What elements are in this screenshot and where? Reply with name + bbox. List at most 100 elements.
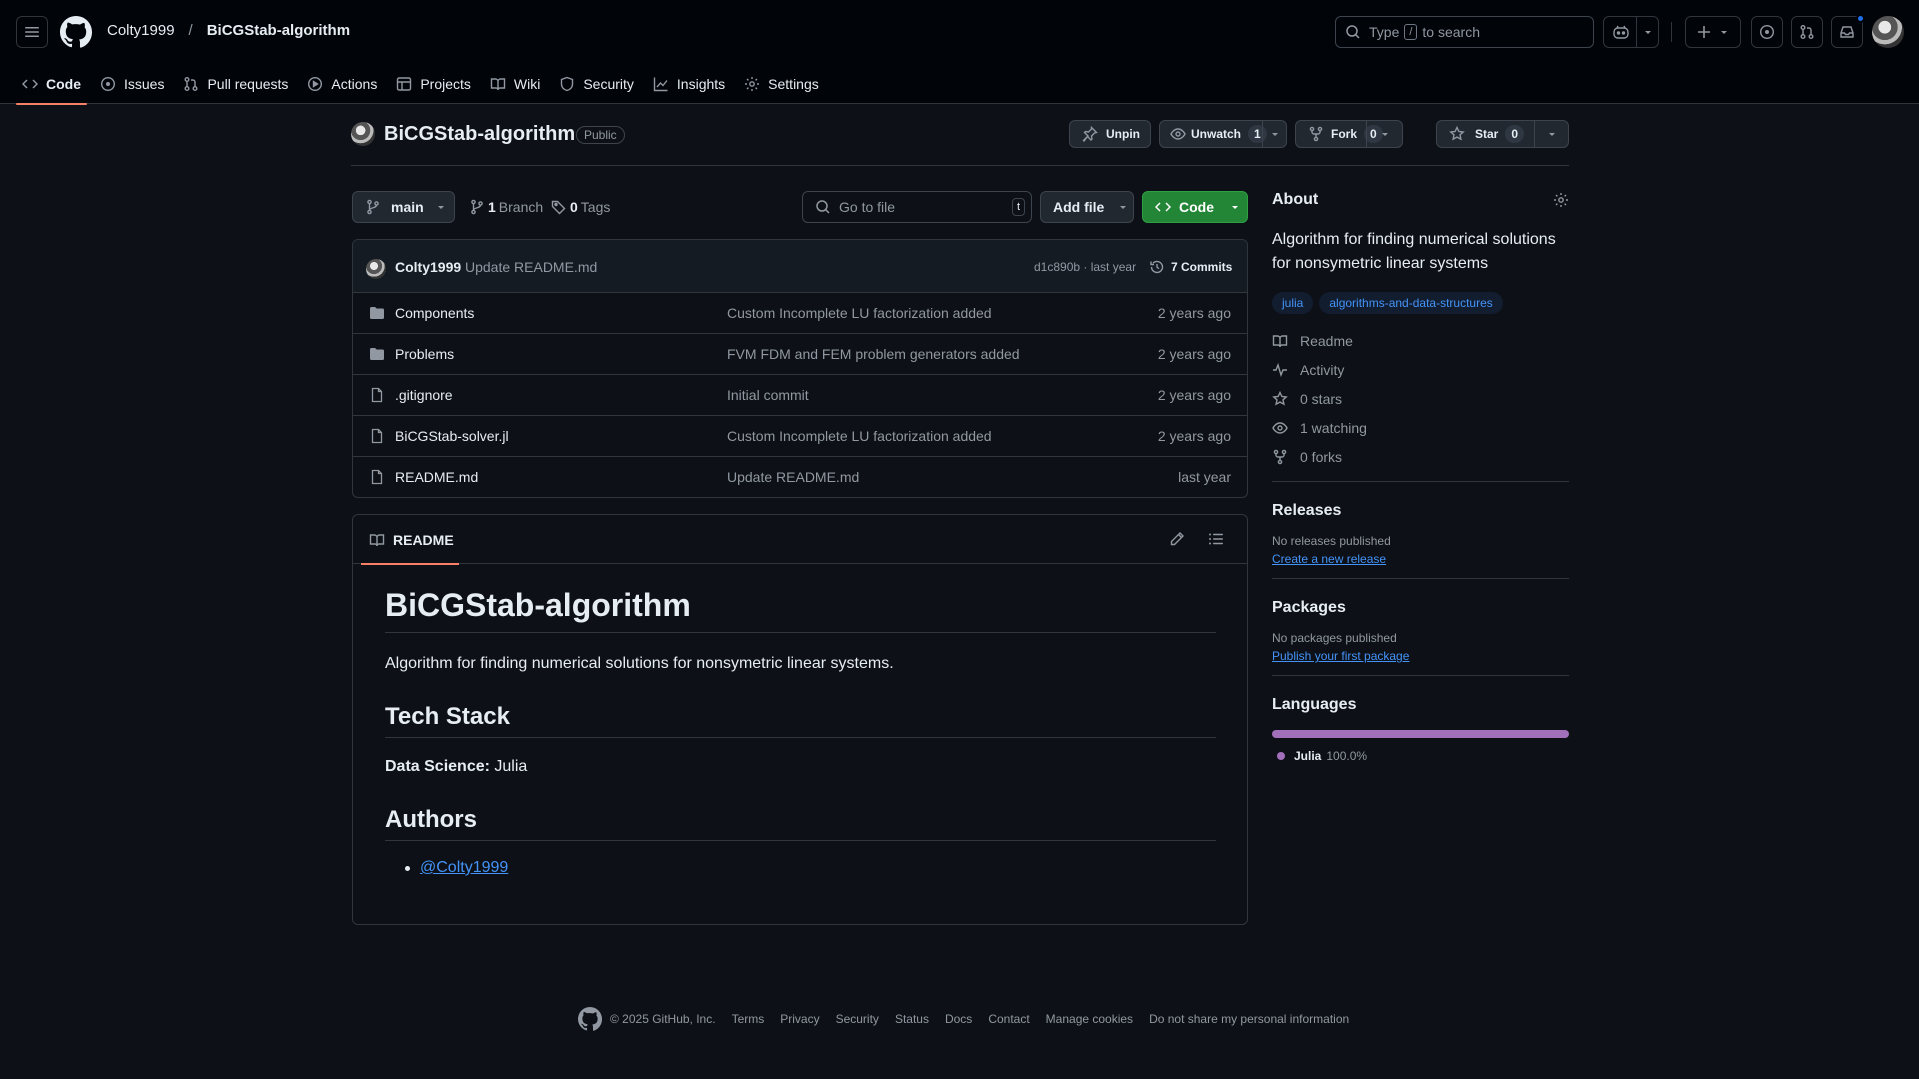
- repo-name[interactable]: BiCGStab-algorithm: [384, 123, 575, 146]
- file-name[interactable]: Problems: [395, 346, 454, 362]
- footer-link-contact[interactable]: Contact: [988, 1012, 1029, 1026]
- commit-author[interactable]: Colty1999: [395, 259, 461, 275]
- unpin-label: Unpin: [1106, 127, 1140, 141]
- publish-package-link[interactable]: Publish your first package: [1272, 649, 1409, 663]
- unwatch-button[interactable]: Unwatch 1: [1159, 120, 1287, 148]
- activity-link[interactable]: Activity: [1272, 355, 1569, 384]
- tab-insights[interactable]: Insights: [645, 64, 733, 104]
- footer-link-privacy[interactable]: Privacy: [780, 1012, 819, 1026]
- footer-link-security[interactable]: Security: [836, 1012, 879, 1026]
- unpin-button[interactable]: Unpin: [1069, 120, 1151, 148]
- footer-link-status[interactable]: Status: [895, 1012, 929, 1026]
- tab-actions[interactable]: Actions: [299, 64, 385, 104]
- tab-readme[interactable]: README: [361, 515, 459, 565]
- footer-link-terms[interactable]: Terms: [732, 1012, 765, 1026]
- readme-link[interactable]: Readme: [1272, 326, 1569, 355]
- file-commit-message[interactable]: Custom Incomplete LU factorization added: [727, 428, 992, 444]
- fork-button[interactable]: Fork 0: [1295, 120, 1403, 148]
- star-button[interactable]: Star 0: [1436, 120, 1569, 148]
- author-link[interactable]: @Colty1999: [420, 859, 508, 877]
- copilot-dropdown[interactable]: [1636, 17, 1658, 47]
- forks-link[interactable]: 0 forks: [1272, 442, 1569, 471]
- tab-issues-label: Issues: [124, 76, 165, 92]
- edit-readme-button[interactable]: [1169, 531, 1185, 547]
- packages-title[interactable]: Packages: [1272, 599, 1569, 617]
- tab-security[interactable]: Security: [551, 64, 642, 104]
- unwatch-dropdown[interactable]: [1262, 121, 1286, 147]
- create-release-link[interactable]: Create a new release: [1272, 552, 1386, 566]
- topic-tag[interactable]: julia: [1272, 292, 1314, 314]
- go-to-file-input[interactable]: Go to file t: [802, 191, 1032, 223]
- footer-link-manage-cookies[interactable]: Manage cookies: [1046, 1012, 1133, 1026]
- commit-hash-age[interactable]: d1c890b · last year: [1034, 260, 1136, 274]
- star-dropdown[interactable]: [1534, 121, 1568, 147]
- file-commit-message[interactable]: Initial commit: [727, 387, 809, 403]
- bullet: [405, 865, 410, 871]
- user-avatar[interactable]: [1872, 16, 1904, 48]
- tab-security-label: Security: [583, 76, 634, 92]
- file-commit-message[interactable]: FVM FDM and FEM problem generators added: [727, 346, 1020, 362]
- tab-settings[interactable]: Settings: [736, 64, 827, 104]
- chevron-down-icon: [1644, 31, 1651, 34]
- footer-link-docs[interactable]: Docs: [945, 1012, 972, 1026]
- file-row[interactable]: .gitignore Initial commit 2 years ago: [353, 375, 1247, 416]
- commit-author-avatar[interactable]: [366, 259, 386, 279]
- tags-link[interactable]: 0 Tags: [551, 199, 610, 215]
- code-button-label: Code: [1179, 199, 1214, 215]
- inbox-button[interactable]: [1831, 14, 1865, 48]
- language-item[interactable]: Julia 100.0%: [1272, 749, 1569, 763]
- github-logo[interactable]: [60, 16, 92, 48]
- repo-owner-avatar[interactable]: [351, 122, 375, 146]
- file-name[interactable]: Components: [395, 305, 474, 321]
- create-new-button[interactable]: [1685, 16, 1741, 48]
- github-mark-icon[interactable]: [578, 1007, 602, 1031]
- global-header: Colty1999 / BiCGStab-algorithm Type / to…: [0, 0, 1919, 105]
- file-age: last year: [1178, 469, 1231, 485]
- releases-empty: No releases published: [1272, 534, 1391, 548]
- commits-history-link[interactable]: 7 Commits: [1149, 259, 1232, 275]
- menu-button[interactable]: [16, 16, 48, 48]
- code-button[interactable]: Code: [1142, 191, 1248, 223]
- file-name[interactable]: README.md: [395, 469, 478, 485]
- file-row[interactable]: README.md Update README.md last year: [353, 457, 1247, 497]
- fork-dropdown[interactable]: [1366, 121, 1402, 147]
- chevron-down-icon: [437, 206, 444, 209]
- issue-icon: [100, 76, 116, 92]
- branch-selector[interactable]: main: [352, 191, 455, 223]
- topic-tag[interactable]: algorithms-and-data-structures: [1319, 292, 1503, 314]
- file-row[interactable]: Problems FVM FDM and FEM problem generat…: [353, 334, 1247, 375]
- readme-content: BiCGStab-algorithm Algorithm for finding…: [385, 565, 1216, 877]
- file-icon: [371, 469, 383, 485]
- copilot-button[interactable]: [1603, 16, 1659, 48]
- tab-code[interactable]: Code: [14, 64, 89, 105]
- about-settings-button[interactable]: [1553, 192, 1569, 208]
- footer-link-do-not-share[interactable]: Do not share my personal information: [1149, 1012, 1349, 1026]
- issues-button[interactable]: [1751, 16, 1783, 48]
- breadcrumb-owner[interactable]: Colty1999: [107, 22, 175, 39]
- watchers-link[interactable]: 1 watching: [1272, 413, 1569, 442]
- tab-wiki[interactable]: Wiki: [482, 64, 548, 104]
- stack-value: Julia: [494, 758, 528, 775]
- outline-button[interactable]: [1208, 531, 1224, 547]
- pull-requests-button[interactable]: [1791, 16, 1823, 48]
- file-row[interactable]: Components Custom Incomplete LU factoriz…: [353, 293, 1247, 334]
- file-name[interactable]: .gitignore: [395, 387, 453, 403]
- tab-pull-requests[interactable]: Pull requests: [175, 64, 296, 104]
- breadcrumb-repo[interactable]: BiCGStab-algorithm: [207, 22, 350, 39]
- tags-count: 0: [570, 199, 578, 215]
- file-name[interactable]: BiCGStab-solver.jl: [395, 428, 509, 444]
- commit-message[interactable]: Update README.md: [465, 259, 597, 275]
- readme-intro: Algorithm for finding numerical solution…: [385, 655, 894, 672]
- releases-title[interactable]: Releases: [1272, 502, 1569, 520]
- book-icon: [369, 533, 385, 546]
- tab-projects[interactable]: Projects: [388, 64, 479, 104]
- file-commit-message[interactable]: Custom Incomplete LU factorization added: [727, 305, 992, 321]
- file-commit-message[interactable]: Update README.md: [727, 469, 859, 485]
- file-row[interactable]: BiCGStab-solver.jl Custom Incomplete LU …: [353, 416, 1247, 457]
- tab-issues[interactable]: Issues: [92, 64, 172, 104]
- packages-empty: No packages published: [1272, 631, 1397, 645]
- branches-link[interactable]: 1 Branch: [469, 199, 543, 215]
- add-file-button[interactable]: Add file: [1040, 191, 1134, 223]
- search-input[interactable]: Type / to search: [1335, 16, 1594, 48]
- stars-link[interactable]: 0 stars: [1272, 384, 1569, 413]
